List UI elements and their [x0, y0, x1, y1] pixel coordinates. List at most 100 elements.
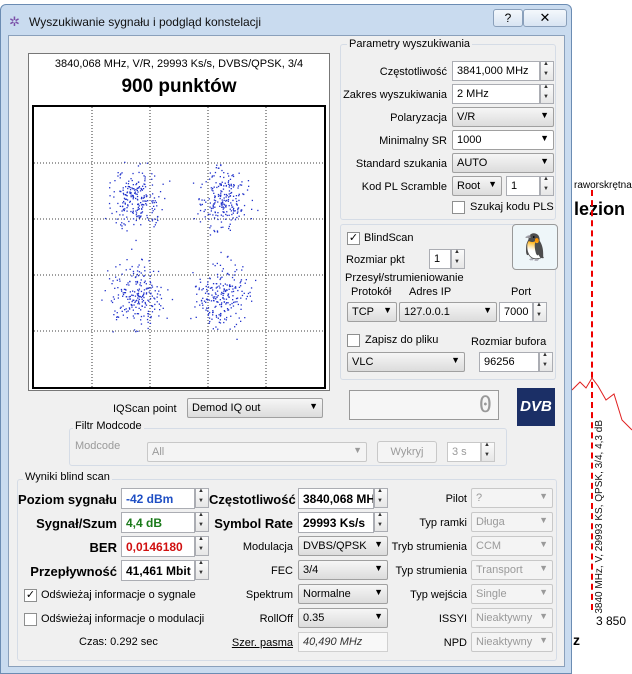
- constellation-point: [204, 209, 206, 211]
- step-input[interactable]: 1: [429, 249, 451, 269]
- constellation-point: [240, 210, 242, 212]
- range-input[interactable]: 2 MHz: [452, 84, 540, 104]
- rolloff-value: 0.35: [303, 612, 325, 624]
- pls-mode-select[interactable]: Root ▼: [452, 176, 502, 196]
- constellation-point: [113, 298, 115, 300]
- stream-type-select[interactable]: Transport ▼: [471, 560, 553, 580]
- constellation-point: [216, 290, 219, 292]
- constellation-point: [210, 300, 213, 302]
- constellation-point: [217, 185, 220, 188]
- save-file-checkbox[interactable]: [347, 334, 360, 347]
- interval-spinner[interactable]: [481, 442, 495, 462]
- constellation-point: [222, 208, 224, 210]
- bitrate-spinner[interactable]: [195, 560, 209, 580]
- constellation-point: [228, 186, 230, 188]
- constellation-point: [207, 307, 210, 309]
- interval-input[interactable]: 3 s: [447, 442, 481, 462]
- constellation-point: [223, 288, 225, 290]
- stream-type-value: Transport: [476, 564, 523, 576]
- stream-mode-select[interactable]: CCM ▼: [471, 536, 553, 556]
- constellation-point: [121, 227, 123, 230]
- blindscan-label: BlindScan: [364, 232, 414, 244]
- frequency-input[interactable]: 3841,000 MHz: [452, 61, 540, 81]
- pilot-select[interactable]: ? ▼: [471, 488, 553, 508]
- spectrum-select[interactable]: Normalne ▼: [298, 584, 388, 604]
- bandwidth-label[interactable]: Szer. pasma: [209, 637, 293, 649]
- pls-spinner[interactable]: [540, 176, 554, 196]
- constellation-point: [122, 305, 124, 307]
- help-button[interactable]: ?: [493, 9, 523, 27]
- constellation-point: [136, 270, 139, 272]
- snr-spinner[interactable]: [195, 512, 209, 532]
- constellation-point: [212, 214, 214, 216]
- constellation-point: [119, 307, 122, 309]
- player-select[interactable]: VLC ▼: [347, 352, 465, 372]
- constellation-svg: [34, 107, 324, 387]
- constellation-point: [213, 175, 215, 177]
- protocol-value: TCP: [352, 306, 374, 318]
- modcode-select[interactable]: All ▼: [147, 442, 367, 462]
- close-button[interactable]: ✕: [523, 9, 567, 27]
- issyi-select[interactable]: Nieaktywny ▼: [471, 608, 553, 628]
- input-type-select[interactable]: Single ▼: [471, 584, 553, 604]
- chevron-down-icon: ▼: [383, 305, 392, 315]
- frame-type-select[interactable]: Długa ▼: [471, 512, 553, 532]
- iqscan-select[interactable]: Demod IQ out ▼: [187, 398, 323, 418]
- port-input[interactable]: 7000: [499, 302, 533, 322]
- search-pls-checkbox[interactable]: [452, 201, 465, 214]
- constellation-point: [193, 218, 195, 220]
- constellation-point: [111, 283, 113, 285]
- blindscan-checkbox[interactable]: ✓: [347, 232, 360, 245]
- frequency-spinner[interactable]: [540, 61, 554, 81]
- constellation-point: [194, 286, 197, 288]
- constellation-point: [237, 209, 239, 211]
- constellation-point: [153, 297, 155, 299]
- port-spinner[interactable]: [533, 302, 547, 322]
- search-params-label: Parametry wyszukiwania: [347, 38, 473, 50]
- chevron-down-icon: ▼: [539, 491, 548, 501]
- constellation-point: [154, 208, 156, 210]
- constellation-point: [144, 183, 146, 186]
- ber-spinner[interactable]: [195, 536, 209, 556]
- buffer-input[interactable]: 96256: [479, 352, 539, 372]
- constellation-point: [243, 214, 245, 216]
- step-spinner[interactable]: [451, 249, 465, 269]
- constellation-point: [131, 300, 133, 303]
- modulation-select[interactable]: DVBS/QPSK ▼: [298, 536, 388, 556]
- range-spinner[interactable]: [540, 84, 554, 104]
- title-bar[interactable]: ✲ Wyszukiwanie sygnału i podgląd konstel…: [1, 5, 571, 35]
- constellation-point: [225, 303, 227, 305]
- constellation-point: [201, 183, 203, 185]
- constellation-point: [221, 199, 223, 201]
- constellation-point: [122, 214, 124, 216]
- signal-level-spinner[interactable]: [195, 488, 209, 508]
- npd-select[interactable]: Nieaktywny ▼: [471, 632, 553, 652]
- polarization-select[interactable]: V/R ▼: [452, 107, 554, 127]
- constellation-point: [145, 200, 147, 202]
- constellation-point: [156, 301, 158, 303]
- constellation-point: [141, 298, 143, 300]
- constellation-point: [109, 207, 111, 209]
- standard-select[interactable]: AUTO ▼: [452, 153, 554, 173]
- protocol-select[interactable]: TCP ▼: [347, 302, 397, 322]
- constellation-point: [223, 321, 225, 324]
- refresh-signal-checkbox[interactable]: ✓: [24, 589, 37, 602]
- constellation-point: [151, 218, 154, 220]
- fec-select[interactable]: 3/4 ▼: [298, 560, 388, 580]
- tux-penguin-icon[interactable]: 🐧: [512, 224, 558, 270]
- exclude-button[interactable]: Wykryj: [377, 441, 437, 463]
- rolloff-select[interactable]: 0.35 ▼: [298, 608, 388, 628]
- buffer-spinner[interactable]: [539, 352, 553, 372]
- constellation-point: [153, 202, 155, 204]
- min-sr-select[interactable]: 1000 ▼: [452, 130, 554, 150]
- constellation-point: [149, 322, 152, 324]
- constellation-point: [231, 175, 233, 177]
- constellation-point: [229, 223, 231, 225]
- refresh-modulation-checkbox[interactable]: [24, 613, 37, 626]
- constellation-point: [220, 214, 222, 216]
- snr-label: Sygnał/Szum: [36, 516, 117, 531]
- constellation-point: [101, 299, 103, 301]
- constellation-point: [221, 291, 223, 294]
- pls-value-input[interactable]: 1: [506, 176, 540, 196]
- ip-select[interactable]: 127.0.0.1 ▼: [399, 302, 497, 322]
